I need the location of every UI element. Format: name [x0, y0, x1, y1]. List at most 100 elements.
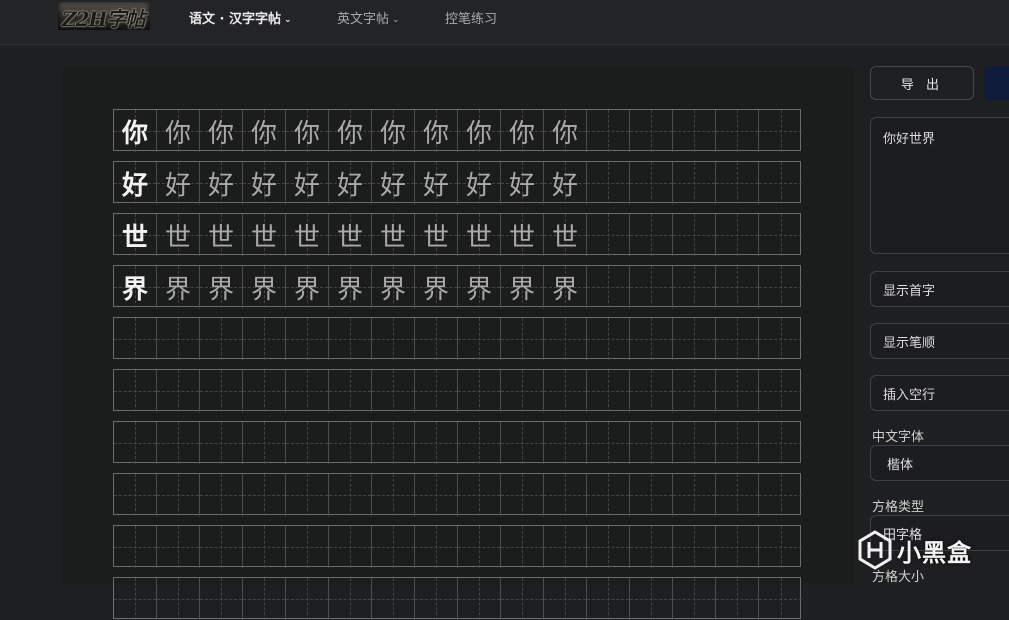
- nav-english-copybook[interactable]: 英文字帖 ⌄: [337, 8, 400, 27]
- grid-cell: [587, 474, 630, 516]
- grid-cell: 你: [243, 110, 286, 152]
- toggle-label: 显示笔顺: [883, 335, 936, 351]
- grid-cell: [286, 370, 329, 412]
- grid-cell: [544, 578, 587, 620]
- trace-character: 你: [551, 118, 578, 149]
- grid-cell: [243, 474, 286, 516]
- grid-cell: [630, 474, 673, 516]
- practice-row: 你你你你你你你你你你你: [113, 109, 802, 152]
- grid-cell: 界: [286, 266, 329, 308]
- trace-character: 好: [336, 170, 363, 201]
- nav-pen-control-practice[interactable]: 控笔练习: [445, 8, 497, 27]
- grid-cell: 世: [415, 214, 458, 256]
- grid-cell: 界: [501, 266, 544, 308]
- grid-cell: [286, 474, 329, 516]
- trace-character: 界: [336, 274, 363, 305]
- grid-cell: 你: [329, 110, 372, 152]
- grid-cell: 好: [286, 162, 329, 204]
- grid-cell: [114, 578, 157, 620]
- grid-cell: 你: [372, 110, 415, 152]
- grid-cell: [673, 266, 716, 308]
- grid-cell: [544, 526, 587, 568]
- grid-type-label: 方格类型: [872, 500, 925, 515]
- grid-cell: 世: [157, 214, 200, 256]
- grid-cell: [587, 370, 630, 412]
- trace-character: 你: [379, 118, 406, 149]
- grid-cell: 好: [243, 162, 286, 204]
- primary-action-button[interactable]: [984, 66, 1009, 100]
- grid-cell: [329, 370, 372, 412]
- grid-cell: [759, 318, 802, 360]
- grid-cell: 世: [501, 214, 544, 256]
- grid-cell: [372, 422, 415, 464]
- grid-cell: 好: [458, 162, 501, 204]
- grid-cell: 界: [114, 266, 157, 308]
- grid-cell: [458, 422, 501, 464]
- trace-character: 世: [293, 222, 320, 253]
- grid-cell: [630, 526, 673, 568]
- practice-sheet: 你你你你你你你你你你你好好好好好好好好好好好世世世世世世世世世世世界界界界界界界…: [62, 66, 853, 620]
- grid-cell: [716, 110, 759, 152]
- grid-cell: [458, 318, 501, 360]
- grid-cell: 你: [501, 110, 544, 152]
- trace-character: 好: [379, 170, 406, 201]
- trace-character: 世: [465, 222, 492, 253]
- grid-cell: [759, 162, 802, 204]
- grid-cell: [716, 318, 759, 360]
- site-logo[interactable]: Z2H字帖: [58, 2, 150, 30]
- trace-character: 界: [551, 274, 578, 305]
- trace-character: 好: [551, 170, 578, 201]
- grid-cell: [759, 370, 802, 412]
- grid-cell: 好: [114, 162, 157, 204]
- trace-character: 好: [293, 170, 320, 201]
- grid-cell: [673, 214, 716, 256]
- trace-character: 界: [508, 274, 535, 305]
- grid-cell: [157, 370, 200, 412]
- grid-cell: [114, 422, 157, 464]
- grid-cell: 世: [458, 214, 501, 256]
- export-button[interactable]: 导 出: [870, 66, 974, 100]
- grid-cell: 你: [114, 110, 157, 152]
- show-stroke-order-toggle[interactable]: 显示笔顺: [870, 323, 1009, 359]
- nav-chinese-copybook[interactable]: 语文 · 汉字字帖 ⌄: [189, 8, 292, 27]
- grid-cell: [200, 474, 243, 516]
- trace-character: 界: [250, 274, 277, 305]
- trace-character: 界: [164, 274, 191, 305]
- grid-cell: 界: [157, 266, 200, 308]
- grid-cell: [458, 474, 501, 516]
- grid-cell: [501, 474, 544, 516]
- xiaoheihe-logo-icon: [858, 530, 892, 570]
- show-first-char-toggle[interactable]: 显示首字: [870, 271, 1009, 307]
- grid-cell: [716, 474, 759, 516]
- grid-cell: [372, 526, 415, 568]
- grid-cell: [501, 526, 544, 568]
- grid-cell: [243, 318, 286, 360]
- grid-cell: [587, 214, 630, 256]
- grid-cell: [157, 474, 200, 516]
- trace-character: 界: [293, 274, 320, 305]
- character-input-textarea[interactable]: 你好世界: [870, 117, 1009, 254]
- practice-row: 好好好好好好好好好好好: [113, 161, 802, 204]
- grid-cell: 世: [286, 214, 329, 256]
- grid-cell: [587, 526, 630, 568]
- trace-character: 你: [465, 118, 492, 149]
- grid-cell: [544, 474, 587, 516]
- grid-cell: [286, 526, 329, 568]
- grid-cell: [759, 422, 802, 464]
- grid-cell: [759, 214, 802, 256]
- grid-cell: [544, 422, 587, 464]
- trace-character: 你: [422, 118, 449, 149]
- grid-cell: 好: [200, 162, 243, 204]
- practice-row: [113, 317, 802, 360]
- grid-cell: [157, 318, 200, 360]
- grid-cell: 界: [544, 266, 587, 308]
- trace-character: 世: [508, 222, 535, 253]
- grid-cell: [286, 578, 329, 620]
- insert-blank-row-toggle[interactable]: 插入空行: [870, 375, 1009, 411]
- grid-cell: [372, 370, 415, 412]
- grid-cell: [372, 318, 415, 360]
- trace-character: 界: [465, 274, 492, 305]
- grid-cell: [415, 526, 458, 568]
- grid-cell: 你: [415, 110, 458, 152]
- cn-font-select[interactable]: 楷体: [870, 445, 1009, 481]
